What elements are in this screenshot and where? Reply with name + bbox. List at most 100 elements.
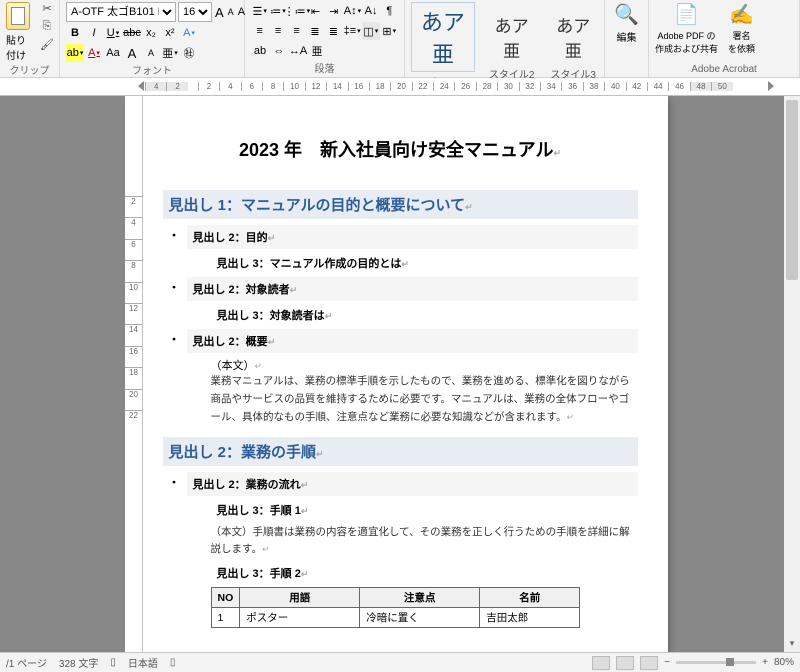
print-layout-button[interactable] — [616, 656, 634, 670]
align-left-button[interactable]: ≡ — [251, 22, 268, 40]
pdf-label: Adobe PDF の 作成および共有 — [655, 29, 718, 55]
search-icon: 🔍 — [614, 2, 639, 27]
heading-3: 見出し 3：手順 2↵ — [211, 563, 638, 583]
heading-2: 見出し 2：目的↵ — [187, 225, 638, 249]
asian-layout-icon[interactable]: 亜 — [308, 42, 326, 60]
ruler-tick: 48 — [690, 82, 711, 91]
copy-icon[interactable]: ⎘ — [38, 20, 56, 36]
ruler-tick: 16 — [125, 346, 142, 367]
ruler-tick: 2 — [166, 82, 187, 91]
page-indicator[interactable]: /1 ページ — [6, 655, 47, 670]
style-2[interactable]: あア亜 スタイル2 — [487, 10, 537, 81]
bold-button[interactable]: B — [66, 24, 84, 42]
ruler-right-margin-icon[interactable] — [768, 81, 774, 91]
multilevel-button[interactable]: ⋮≔ — [288, 2, 306, 20]
font-group-label: フォント — [66, 62, 238, 79]
heading-2: 見出し 2：対象読者↵ — [187, 277, 638, 301]
distributed-button[interactable]: ≣ — [325, 22, 342, 40]
change-case-button[interactable]: Aa — [104, 44, 122, 62]
document-page[interactable]: 2023 年 新入社員向け安全マニュアル↵ 見出し 1：マニュアルの目的と概要に… — [133, 96, 668, 654]
language-indicator[interactable]: 日本語 — [128, 655, 158, 670]
align-right-button[interactable]: ≡ — [288, 22, 305, 40]
vertical-scrollbar[interactable]: ▾ — [784, 96, 800, 654]
style-3[interactable]: あア亜 スタイル3 — [548, 10, 598, 81]
ruler-tick: 34 — [540, 82, 561, 91]
track-changes-icon[interactable]: ▯ — [170, 657, 176, 668]
font-size-select[interactable]: 16 — [178, 2, 212, 22]
ruler-tick: 8 — [262, 82, 283, 91]
show-marks-button[interactable]: ¶ — [381, 2, 398, 20]
word-count[interactable]: 328 文字 — [59, 655, 98, 670]
underline-button[interactable]: U — [104, 24, 122, 42]
read-mode-button[interactable] — [592, 656, 610, 670]
bullets-button[interactable]: ☰ — [251, 2, 268, 20]
table-cell: 1 — [211, 608, 240, 628]
table-header: 用語 — [240, 588, 360, 608]
subscript-button[interactable]: x₂ — [142, 24, 160, 42]
table-cell: 吉田太郎 — [480, 608, 580, 628]
char-scaling-icon[interactable]: ⇔ — [270, 42, 288, 60]
web-layout-button[interactable] — [640, 656, 658, 670]
superscript-button[interactable]: x² — [161, 24, 179, 42]
highlight-button[interactable]: ab — [66, 44, 84, 62]
sign-icon: ✍ — [729, 2, 754, 27]
pdf-icon: 📄 — [674, 2, 699, 27]
ruler-tick: 10 — [283, 82, 304, 91]
strike-button[interactable]: abc — [123, 24, 141, 42]
ruler-left-margin-icon[interactable] — [138, 81, 144, 91]
borders-button[interactable]: ⊞ — [381, 22, 398, 40]
enclose-button[interactable]: ㊓ — [180, 44, 198, 62]
sort-button[interactable]: A↓ — [362, 2, 379, 20]
body-text: （本文）手順書は業務の内容を適宜化して、その業務を正しく行うための手順を詳細に解… — [211, 524, 638, 560]
ruler-tick: 8 — [125, 260, 142, 281]
font-color-button[interactable]: A — [85, 44, 103, 62]
zoom-slider[interactable] — [676, 661, 756, 664]
grow-font-icon[interactable]: A — [214, 3, 225, 21]
grow-a-icon[interactable]: A — [123, 44, 141, 62]
char-shading-icon[interactable]: ab — [251, 42, 269, 60]
increase-indent-button[interactable]: ⇥ — [325, 2, 342, 20]
cut-icon[interactable]: ✂ — [38, 2, 56, 18]
create-pdf-button[interactable]: 📄 Adobe PDF の 作成および共有 — [655, 2, 718, 55]
zoom-level[interactable]: 80% — [774, 657, 794, 668]
spell-check-icon[interactable]: ▯ — [110, 657, 116, 668]
shading-button[interactable]: ◫ — [362, 22, 379, 40]
font-name-select[interactable]: A-OTF 太ゴB101 Pro B — [66, 2, 176, 22]
edit-label: 編集 — [617, 29, 637, 44]
ruler-tick: 46 — [668, 82, 689, 91]
ruler-tick: 32 — [519, 82, 540, 91]
text-effect-button[interactable]: A — [180, 24, 198, 42]
document-table: NO 用語 注意点 名前 1 ポスター 冷暗に置く 吉田太郎 — [211, 587, 581, 628]
text-direction-button[interactable]: A↕ — [343, 2, 361, 20]
heading-2: 見出し 2：業務の流れ↵ — [187, 472, 638, 496]
line-spacing-button[interactable]: ‡≡ — [343, 22, 361, 40]
align-center-button[interactable]: ≡ — [269, 22, 286, 40]
table-header: NO — [211, 588, 240, 608]
search-button[interactable]: 🔍 編集 — [611, 2, 642, 44]
scrollbar-thumb[interactable] — [786, 100, 798, 280]
status-bar: /1 ページ 328 文字 ▯ 日本語 ▯ − + 80% — [0, 652, 800, 672]
italic-button[interactable]: I — [85, 24, 103, 42]
zoom-out-button[interactable]: − — [664, 657, 670, 668]
ruler-tick: 24 — [433, 82, 454, 91]
zoom-in-button[interactable]: + — [762, 657, 768, 668]
shrink-a-icon[interactable]: A — [142, 44, 160, 62]
request-signature-button[interactable]: ✍ 署名 を依頼 — [728, 2, 755, 55]
format-painter-icon[interactable]: 🖌 — [38, 38, 56, 54]
ruler-tick: 26 — [454, 82, 475, 91]
ruby-button[interactable]: 亜 — [161, 44, 179, 62]
heading-1: 見出し 2：業務の手順↵ — [163, 437, 638, 466]
justify-button[interactable]: ≣ — [306, 22, 323, 40]
style-1[interactable]: あア亜 スタイル1 — [411, 2, 475, 89]
style-3-preview: あア亜 — [548, 10, 598, 64]
horizontal-ruler[interactable]: 4 2 246810121416182022242628303234363840… — [0, 78, 800, 96]
vertical-ruler[interactable]: 246810121416182022 — [125, 96, 143, 654]
acrobat-group-label: Adobe Acrobat — [655, 64, 793, 77]
fit-text-icon[interactable]: ↔A — [289, 42, 307, 60]
heading-3: 見出し 3：対象読者は↵ — [211, 305, 638, 325]
paste-button[interactable]: 貼り付け — [6, 2, 34, 62]
ruler-tick: 22 — [412, 82, 433, 91]
decrease-indent-button[interactable]: ⇤ — [307, 2, 324, 20]
shrink-font-icon[interactable]: A — [227, 3, 235, 21]
heading-2: 見出し 2：概要↵ — [187, 329, 638, 353]
